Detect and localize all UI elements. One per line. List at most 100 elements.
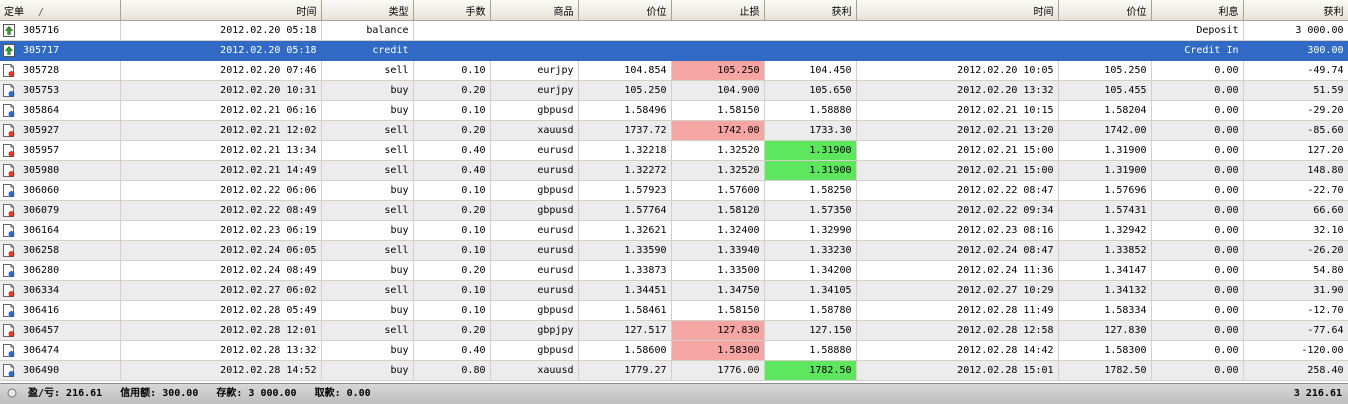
order-id: 306280 — [23, 265, 60, 276]
open-time-cell: 2012.02.24 08:49 — [120, 260, 322, 281]
take-profit-cell: 1.57350 — [764, 200, 857, 221]
col-header-lots[interactable]: 手数 — [413, 0, 491, 21]
table-row[interactable]: 306060 2012.02.22 06:06 buy 0.10 gbpusd 1.579… — [0, 180, 1348, 201]
open-time-cell: 2012.02.20 07:46 — [120, 60, 322, 81]
table-row[interactable]: 306334 2012.02.27 06:02 sell 0.10 eurusd 1.34… — [0, 280, 1348, 301]
table-row[interactable]: 305717 2012.02.20 05:18 credit Credit In 300… — [0, 40, 1348, 61]
col-header-close-price[interactable]: 价位 — [1058, 0, 1152, 21]
table-row[interactable]: 306457 2012.02.28 12:01 sell 0.20 gbpjpy 127.… — [0, 320, 1348, 341]
order-id: 305957 — [23, 145, 60, 156]
profit-cell: 127.20 — [1243, 140, 1348, 161]
order-cell: 306334 — [0, 280, 121, 301]
profit-cell: -120.00 — [1243, 340, 1348, 361]
col-header-profit[interactable]: 获利 — [1243, 0, 1348, 21]
table-row[interactable]: 306079 2012.02.22 08:49 sell 0.20 gbpusd 1.57… — [0, 200, 1348, 221]
summary-text: 盈/亏: 216.61 信用额: 300.00 存款: 3 000.00 取款: 0.… — [28, 384, 389, 403]
table-row[interactable]: 305927 2012.02.21 12:02 sell 0.20 xauusd 1737… — [0, 120, 1348, 141]
buy-order-icon — [3, 304, 15, 317]
type-cell: buy — [321, 360, 414, 381]
table-row[interactable]: 305716 2012.02.20 05:18 balance Deposit 3 00… — [0, 20, 1348, 41]
close-price-cell: 1742.00 — [1058, 120, 1152, 141]
take-profit-cell: 1.33230 — [764, 240, 857, 261]
summary-withdrawal: 取款: 0.00 — [314, 388, 371, 399]
history-table: 定单 / 时间 类型 手数 商品 价位 止损 获利 时间 价位 利息 获利 305… — [0, 0, 1348, 381]
order-cell: 305957 — [0, 140, 121, 161]
col-header-stop-loss[interactable]: 止损 — [671, 0, 765, 21]
col-header-take-profit[interactable]: 获利 — [764, 0, 857, 21]
lots-cell: 0.20 — [413, 80, 491, 101]
symbol-cell: gbpusd — [490, 340, 579, 361]
stop-loss-cell: 1.32400 — [671, 220, 765, 241]
lots-cell: 0.10 — [413, 220, 491, 241]
summary-deposit: 存款: 3 000.00 — [216, 388, 297, 399]
table-row[interactable]: 306474 2012.02.28 13:32 buy 0.40 gbpusd 1.586… — [0, 340, 1348, 361]
buy-order-icon — [3, 364, 15, 377]
price-cell: 1.34451 — [578, 280, 672, 301]
col-header-symbol[interactable]: 商品 — [490, 0, 579, 21]
close-time-cell: 2012.02.23 08:16 — [856, 220, 1059, 241]
stop-loss-cell: 105.250 — [671, 60, 765, 81]
lots-cell: 0.40 — [413, 140, 491, 161]
type-cell: buy — [321, 300, 414, 321]
table-row[interactable]: 305980 2012.02.21 14:49 sell 0.40 eurusd 1.32… — [0, 160, 1348, 181]
col-header-close-time[interactable]: 时间 — [856, 0, 1059, 21]
order-id: 306079 — [23, 205, 60, 216]
col-header-open-time[interactable]: 时间 — [120, 0, 322, 21]
close-price-cell: 127.830 — [1058, 320, 1152, 341]
col-header-swap[interactable]: 利息 — [1151, 0, 1244, 21]
table-row[interactable]: 306164 2012.02.23 06:19 buy 0.10 eurusd 1.326… — [0, 220, 1348, 241]
table-row[interactable]: 305864 2012.02.21 06:16 buy 0.10 gbpusd 1.584… — [0, 100, 1348, 121]
stop-loss-cell: 1776.00 — [671, 360, 765, 381]
take-profit-cell: 1.58880 — [764, 100, 857, 121]
open-time-cell: 2012.02.28 12:01 — [120, 320, 322, 341]
stop-loss-cell: 127.830 — [671, 320, 765, 341]
close-time-cell: 2012.02.22 08:47 — [856, 180, 1059, 201]
sell-order-icon — [3, 164, 15, 177]
open-time-cell: 2012.02.28 14:52 — [120, 360, 322, 381]
col-header-type[interactable]: 类型 — [321, 0, 414, 21]
table-row[interactable]: 306416 2012.02.28 05:49 buy 0.10 gbpusd 1.584… — [0, 300, 1348, 321]
stop-loss-cell: 1.32520 — [671, 140, 765, 161]
table-row[interactable]: 306258 2012.02.24 06:05 sell 0.10 eurusd 1.33… — [0, 240, 1348, 261]
open-time-cell: 2012.02.23 06:19 — [120, 220, 322, 241]
table-row[interactable]: 305728 2012.02.20 07:46 sell 0.10 eurjpy 104.… — [0, 60, 1348, 81]
type-cell: credit — [321, 40, 414, 61]
symbol-cell: eurusd — [490, 140, 579, 161]
swap-cell: 0.00 — [1151, 300, 1244, 321]
buy-order-icon — [3, 84, 15, 97]
order-id: 305716 — [23, 25, 60, 36]
profit-cell: 66.60 — [1243, 200, 1348, 221]
close-time-cell: 2012.02.21 13:20 — [856, 120, 1059, 141]
swap-cell: 0.00 — [1151, 100, 1244, 121]
open-time-cell: 2012.02.27 06:02 — [120, 280, 322, 301]
close-time-cell: 2012.02.24 11:36 — [856, 260, 1059, 281]
table-row[interactable]: 306280 2012.02.24 08:49 buy 0.20 eurusd 1.338… — [0, 260, 1348, 281]
lots-cell: 0.80 — [413, 360, 491, 381]
table-row[interactable]: 305957 2012.02.21 13:34 sell 0.40 eurusd 1.32… — [0, 140, 1348, 161]
sell-order-icon — [3, 284, 15, 297]
swap-cell: 0.00 — [1151, 220, 1244, 241]
stop-loss-cell: 1.58150 — [671, 300, 765, 321]
sell-order-icon — [3, 124, 15, 137]
stop-loss-cell: 1742.00 — [671, 120, 765, 141]
profit-cell: -77.64 — [1243, 320, 1348, 341]
table-row[interactable]: 306490 2012.02.28 14:52 buy 0.80 xauusd 1779.… — [0, 360, 1348, 381]
symbol-cell: eurjpy — [490, 80, 579, 101]
symbol-cell: eurusd — [490, 220, 579, 241]
order-id: 306457 — [23, 325, 60, 336]
profit-cell: 300.00 — [1243, 40, 1348, 61]
open-time-cell: 2012.02.20 05:18 — [120, 40, 322, 61]
balance-arrow-icon — [3, 44, 15, 57]
close-price-cell: 1782.50 — [1058, 360, 1152, 381]
col-header-order[interactable]: 定单 / — [0, 0, 121, 21]
symbol-cell: eurusd — [490, 260, 579, 281]
order-id: 306060 — [23, 185, 60, 196]
lots-cell: 0.10 — [413, 60, 491, 81]
price-cell: 105.250 — [578, 80, 672, 101]
table-row[interactable]: 305753 2012.02.20 10:31 buy 0.20 eurjpy 105.2… — [0, 80, 1348, 101]
open-time-cell: 2012.02.20 05:18 — [120, 20, 322, 41]
profit-cell: 51.59 — [1243, 80, 1348, 101]
open-time-cell: 2012.02.21 14:49 — [120, 160, 322, 181]
col-header-price[interactable]: 价位 — [578, 0, 672, 21]
order-id: 306164 — [23, 225, 60, 236]
